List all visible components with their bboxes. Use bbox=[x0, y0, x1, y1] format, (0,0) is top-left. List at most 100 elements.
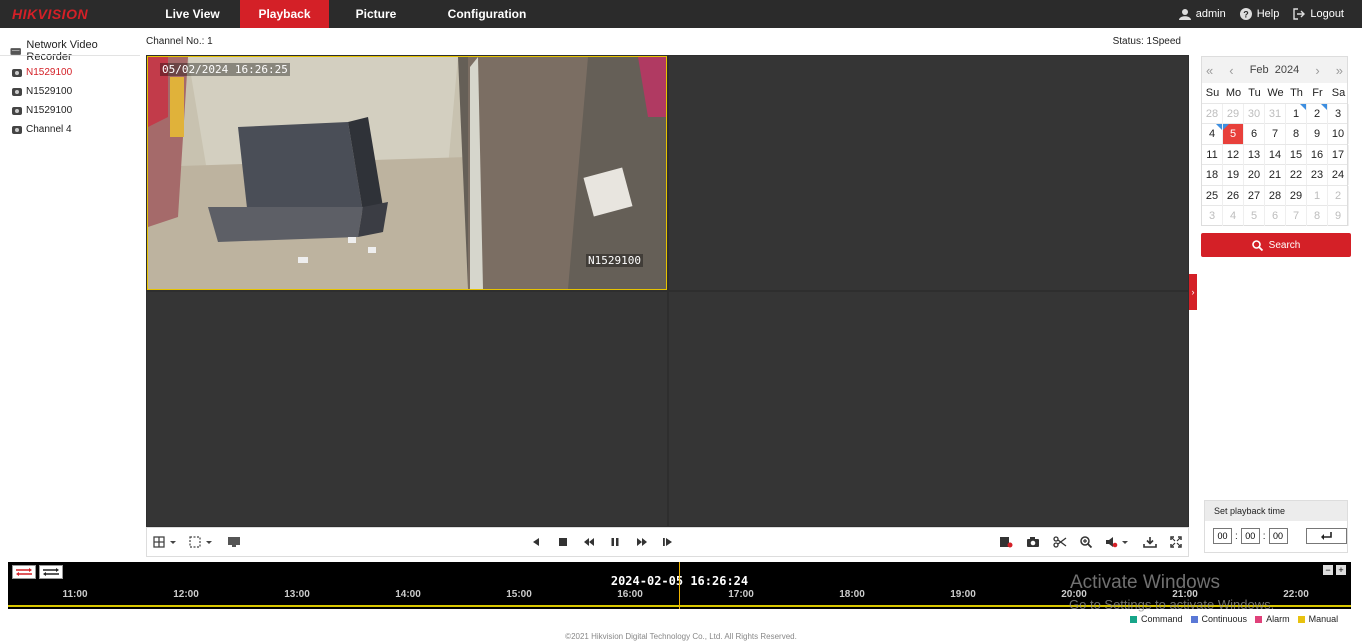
calendar-day[interactable]: 3 bbox=[1328, 104, 1349, 124]
calendar-day[interactable]: 5 bbox=[1244, 205, 1265, 226]
timeline-tick: 22:00 bbox=[1283, 589, 1309, 600]
search-button[interactable]: Search bbox=[1201, 233, 1351, 257]
camera-item-2[interactable]: N1529100 bbox=[12, 82, 72, 101]
stop-button[interactable] bbox=[554, 534, 572, 550]
help-link[interactable]: ? Help bbox=[1239, 8, 1279, 20]
calendar-day[interactable]: 28 bbox=[1202, 104, 1223, 124]
pause-button[interactable] bbox=[606, 534, 624, 550]
next-month-button[interactable]: › bbox=[1315, 63, 1319, 78]
video-window-3[interactable] bbox=[147, 292, 667, 526]
prev-month-button[interactable]: ‹ bbox=[1229, 63, 1233, 78]
calendar-day[interactable]: 4 bbox=[1223, 205, 1244, 226]
fast-forward-button[interactable] bbox=[633, 534, 651, 550]
calendar-day[interactable]: 9 bbox=[1307, 124, 1328, 145]
timeline-zoom-in-button[interactable]: + bbox=[1336, 565, 1346, 575]
camera-item-4[interactable]: Channel 4 bbox=[12, 120, 72, 139]
nav-playback[interactable]: Playback bbox=[240, 0, 329, 28]
legend-swatch bbox=[1190, 615, 1198, 623]
fullscreen-button[interactable] bbox=[1167, 534, 1185, 550]
calendar-day[interactable]: 4 bbox=[1202, 124, 1223, 145]
calendar-day[interactable]: 12 bbox=[1223, 144, 1244, 165]
calendar-day[interactable]: 2 bbox=[1307, 104, 1328, 124]
calendar-day[interactable]: 18 bbox=[1202, 165, 1223, 186]
calendar-day[interactable]: 22 bbox=[1286, 165, 1307, 186]
user-menu[interactable]: admin bbox=[1178, 8, 1226, 20]
video-window-4[interactable] bbox=[669, 292, 1188, 526]
calendar-day[interactable]: 31 bbox=[1265, 104, 1286, 124]
slow-forward-button[interactable] bbox=[580, 534, 598, 550]
calendar-day[interactable]: 2 bbox=[1328, 185, 1349, 206]
calendar-day[interactable]: 23 bbox=[1307, 165, 1328, 186]
calendar-day[interactable]: 13 bbox=[1244, 144, 1265, 165]
user-icon bbox=[1178, 9, 1191, 20]
calendar-day[interactable]: 25 bbox=[1202, 185, 1223, 206]
stop-all-button[interactable] bbox=[225, 534, 243, 550]
calendar-day[interactable]: 6 bbox=[1265, 205, 1286, 226]
timeline-cursor[interactable] bbox=[679, 562, 680, 609]
calendar-day[interactable]: 3 bbox=[1202, 205, 1223, 226]
nav-configuration[interactable]: Configuration bbox=[423, 0, 551, 28]
camera-icon bbox=[12, 106, 22, 115]
fit-screen-icon bbox=[189, 536, 212, 548]
legend-item-alarm: Alarm bbox=[1255, 614, 1290, 624]
timeline-zoom-out-button[interactable]: − bbox=[1323, 565, 1333, 575]
weekday-label: We bbox=[1267, 87, 1284, 99]
calendar-day[interactable]: 11 bbox=[1202, 144, 1223, 165]
playback-time-title: Set playback time bbox=[1205, 501, 1347, 521]
calendar-day[interactable]: 1 bbox=[1307, 185, 1328, 206]
calendar-day[interactable]: 20 bbox=[1244, 165, 1265, 186]
playback-toolbar bbox=[146, 527, 1189, 557]
calendar-day[interactable]: 8 bbox=[1286, 124, 1307, 145]
capture-button[interactable] bbox=[1024, 534, 1042, 550]
calendar-day[interactable]: 10 bbox=[1328, 124, 1349, 145]
calendar-day[interactable]: 1 bbox=[1286, 104, 1307, 124]
calendar-day[interactable]: 15 bbox=[1286, 144, 1307, 165]
audio-button[interactable] bbox=[1103, 534, 1131, 550]
download-button[interactable] bbox=[1141, 534, 1159, 550]
calendar-day[interactable]: 21 bbox=[1265, 165, 1286, 186]
logout-link[interactable]: Logout bbox=[1293, 8, 1344, 20]
calendar-day[interactable]: 28 bbox=[1265, 185, 1286, 206]
video-window-1[interactable]: 05/02/2024 16:26:25 N1529100 bbox=[147, 56, 667, 290]
calendar-day[interactable]: 19 bbox=[1223, 165, 1244, 186]
next-year-button[interactable]: » bbox=[1336, 63, 1343, 78]
legend-item-continuous: Continuous bbox=[1190, 614, 1247, 624]
calendar-day[interactable]: 30 bbox=[1244, 104, 1265, 124]
nav-live-view[interactable]: Live View bbox=[145, 0, 240, 28]
second-input[interactable] bbox=[1268, 528, 1288, 544]
minute-input[interactable] bbox=[1240, 528, 1260, 544]
camera-item-3[interactable]: N1529100 bbox=[12, 101, 72, 120]
calendar-day[interactable]: 17 bbox=[1328, 144, 1349, 165]
calendar-day[interactable]: 16 bbox=[1307, 144, 1328, 165]
video-window-2[interactable] bbox=[669, 56, 1188, 290]
nav-picture[interactable]: Picture bbox=[329, 0, 423, 28]
hour-input[interactable] bbox=[1213, 528, 1232, 544]
nvr-tree-root[interactable]: Network Video Recorder bbox=[10, 39, 140, 63]
calendar-day[interactable]: 26 bbox=[1223, 185, 1244, 206]
prev-year-button[interactable]: « bbox=[1206, 63, 1213, 78]
calendar-day[interactable]: 6 bbox=[1244, 124, 1265, 145]
calendar-day[interactable]: 7 bbox=[1265, 124, 1286, 145]
camera-item-1[interactable]: N1529100 bbox=[12, 63, 72, 82]
calendar-day[interactable]: 9 bbox=[1328, 205, 1349, 226]
calendar-day[interactable]: 27 bbox=[1244, 185, 1265, 206]
reverse-button[interactable] bbox=[527, 534, 545, 550]
stop-all-playback-button[interactable] bbox=[997, 534, 1015, 550]
calendar-day[interactable]: 29 bbox=[1286, 185, 1307, 206]
digital-zoom-button[interactable] bbox=[1077, 534, 1095, 550]
window-layout-button[interactable] bbox=[151, 534, 179, 550]
single-frame-button[interactable] bbox=[659, 534, 677, 550]
calendar-day[interactable]: 24 bbox=[1328, 165, 1349, 186]
copyright-footer: ©2021 Hikvision Digital Technology Co., … bbox=[565, 632, 797, 641]
calendar-day[interactable]: 7 bbox=[1286, 205, 1307, 226]
calendar-day[interactable]: 29 bbox=[1223, 104, 1244, 124]
timeline-tick: 14:00 bbox=[395, 589, 421, 600]
go-to-time-button[interactable] bbox=[1305, 528, 1347, 544]
clip-button[interactable] bbox=[1051, 534, 1069, 550]
calendar-week-3: 11 12 13 14 15 16 17 bbox=[1202, 143, 1349, 165]
calendar-day-selected[interactable]: 5 bbox=[1223, 124, 1244, 145]
calendar-day[interactable]: 8 bbox=[1307, 205, 1328, 226]
full-view-button[interactable] bbox=[187, 534, 215, 550]
search-panel: « ‹ Feb 2024 › » Su Mo Tu We Th Fr Sa 28… bbox=[1196, 55, 1358, 560]
calendar-day[interactable]: 14 bbox=[1265, 144, 1286, 165]
